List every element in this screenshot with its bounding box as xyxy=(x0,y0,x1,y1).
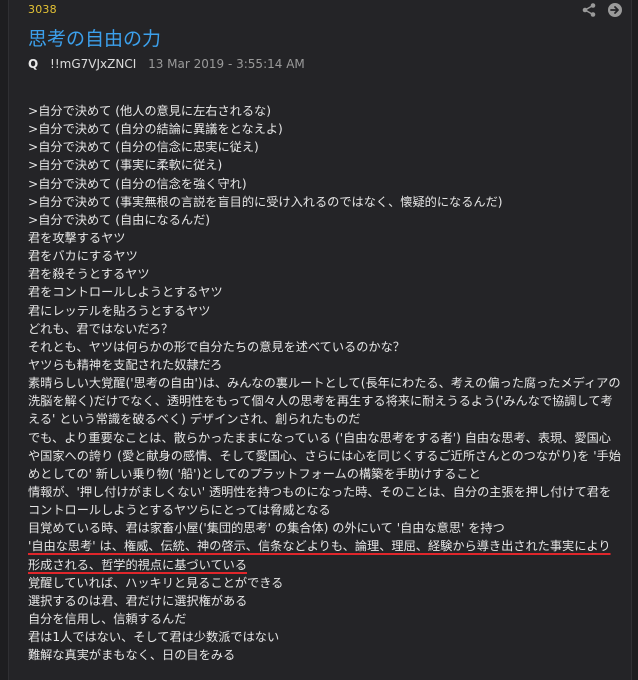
text-line: える' という常識を破るべく) デザインされ、創られたものだ xyxy=(28,412,361,427)
post-body: >自分で決めて (他人の意見に左右されるな) >自分で決めて (自分の結論に異議… xyxy=(28,102,633,664)
text-line: 自分を信用し、信頼するんだ xyxy=(28,611,187,626)
text-line: 君は1人ではない、そして君は少数派ではない xyxy=(28,630,280,645)
text-line: でも、より重要なことは、散らかったままになっている ('自由な思考をする者') … xyxy=(28,430,611,445)
underlined-text-line: 形成される、哲学的視点に基づいている xyxy=(28,557,248,572)
text-line: >自分で決めて (自分の結論に異議をとなえよ) xyxy=(28,122,283,137)
text-line: それとも、ヤツは何らかの形で自分たちの意見を述べているのかな？ xyxy=(28,339,405,354)
text-line: 洗脳を解く)だけでなく、透明性をもって個々人の思考を再生する将来に耐えうるよう(… xyxy=(28,394,613,409)
text-line: どれも、君ではないだろ？ xyxy=(28,321,174,336)
post-actions xyxy=(581,2,623,18)
post-card: 3038 思考の自由の力 Q !!mG7VJxZNCI 13 Mar 2019 … xyxy=(8,0,632,680)
text-line: >自分で決めて (自分の信念を強く守れ) xyxy=(28,176,247,191)
text-line: 君にレッテルを貼ろうとするヤツ xyxy=(28,303,211,318)
text-line: 情報が、'押し付けがましくない' 透明性を持つものになった時、そのことは、自分の… xyxy=(28,484,612,499)
text-line: めとしての' 新しい乗り物( '船')としてのプラットフォームの構築を手助けする… xyxy=(28,466,481,481)
text-line: 目覚めている時、君は家畜小屋('集団的思考' の集合体) の外にいて '自由な意… xyxy=(28,521,505,536)
underlined-text-line: '自由な思考' は、権威、伝統、神の啓示、信条などよりも、論理、理屈、経験から導… xyxy=(28,539,611,554)
arrow-right-circle-icon[interactable] xyxy=(607,2,623,18)
text-line: >自分で決めて (事実に柔軟に従え) xyxy=(28,158,223,173)
text-line: 君を攻撃するヤツ xyxy=(28,230,126,245)
text-line: 覚醒していれば、ハッキリと見ることができる xyxy=(28,575,284,590)
text-line: 素晴らしい大覚醒('思考の自由')は、みんなの裏ルートとして(長年にわたる、考え… xyxy=(28,376,621,391)
text-line: コントロールしようとするヤツらにとっては脅威となる xyxy=(28,503,331,518)
post-timestamp: 13 Mar 2019 - 3:55:14 AM xyxy=(148,57,305,71)
text-line: 君をバカにするヤツ xyxy=(28,249,138,264)
text-line: ヤツらも精神を支配された奴隷だろ xyxy=(28,357,223,372)
post-number[interactable]: 3038 xyxy=(28,3,57,16)
text-line: >自分で決めて (自由になるんだ) xyxy=(28,212,211,227)
text-line: >自分で決めて (他人の意見に左右されるな) xyxy=(28,104,271,118)
share-icon[interactable] xyxy=(581,2,597,18)
text-line: 君を殺そうとするヤツ xyxy=(28,267,150,282)
text-line: >自分で決めて (自分の信念に忠実に従え) xyxy=(28,140,259,155)
author-name: Q xyxy=(28,57,39,71)
post-meta: Q !!mG7VJxZNCI 13 Mar 2019 - 3:55:14 AM xyxy=(28,57,305,71)
text-line: や国家への誇り (愛と献身の感情、そして愛国心、さらには心を同じくするご近所さん… xyxy=(28,448,621,463)
post-title: 思考の自由の力 xyxy=(28,28,162,50)
text-line: 君をコントロールしようとするヤツ xyxy=(28,285,223,300)
text-line: 選択するのは君、君だけに選択権がある xyxy=(28,593,248,608)
text-line: 難解な真実がまもなく、日の目をみる xyxy=(28,648,236,663)
tripcode: !!mG7VJxZNCI xyxy=(50,57,137,71)
text-line: >自分で決めて (事実無根の言説を盲目的に受け入れるのではなく、懐疑的になるんだ… xyxy=(28,194,503,209)
